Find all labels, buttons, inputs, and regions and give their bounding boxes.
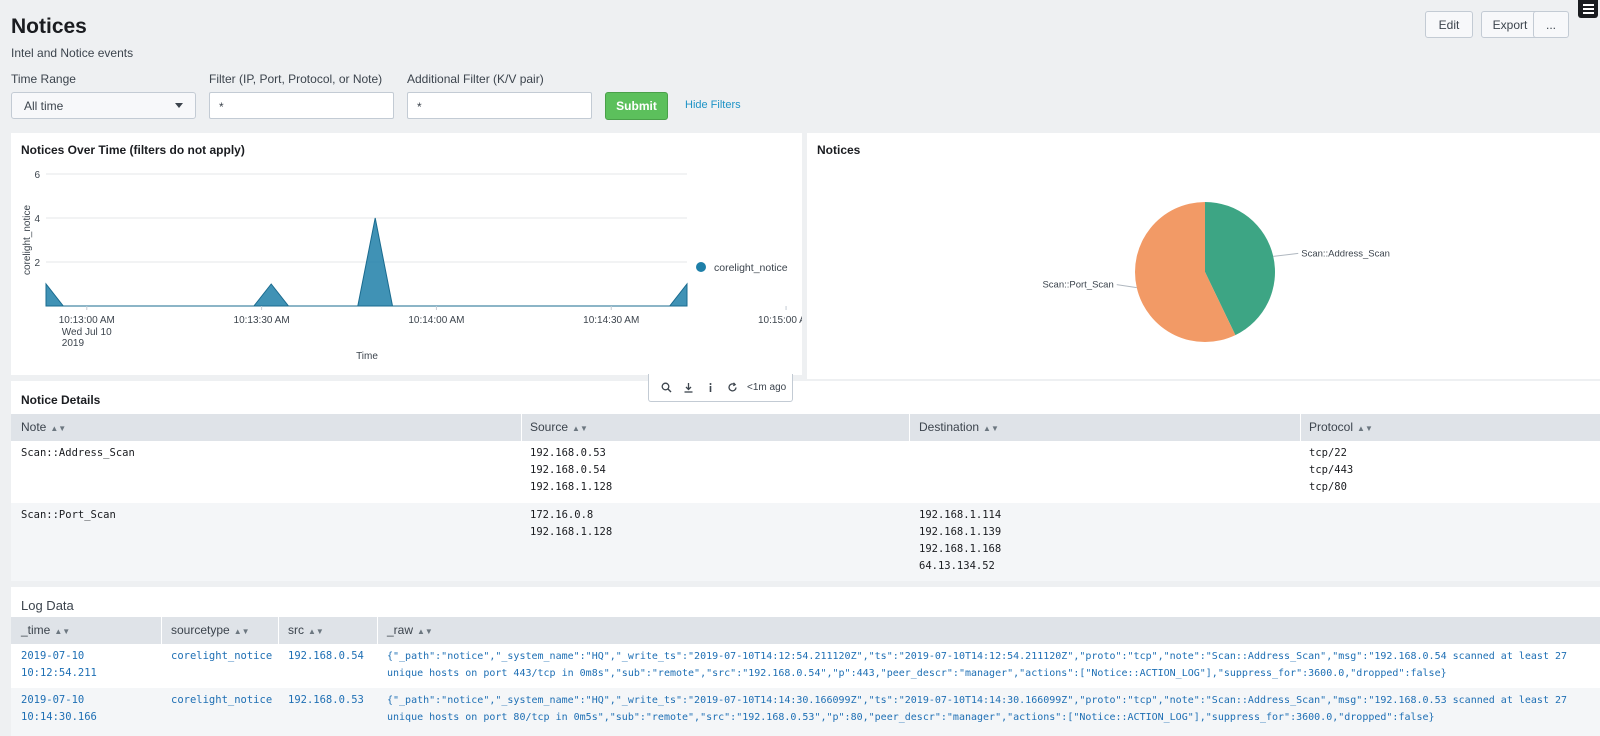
log-data-panel: Log Data _time ▲▼ sourcetype ▲▼ src ▲▼ _raw… (11, 587, 1600, 736)
column-header-src[interactable]: src ▲▼ (288, 617, 324, 644)
pie-label: Scan::Port_Scan (1042, 280, 1113, 291)
raw-cell[interactable]: {"_path":"notice","_system_name":"HQ","_… (387, 692, 1567, 726)
filter-input-value: * (219, 100, 224, 114)
page-title: Notices (11, 15, 87, 38)
edit-button[interactable]: Edit (1425, 11, 1473, 38)
pie-label: Scan::Address_Scan (1301, 248, 1390, 259)
time-range-select[interactable]: All time (11, 92, 196, 119)
x-tick-label: 10:13:00 AM (59, 315, 115, 326)
sort-icon: ▲▼ (50, 424, 67, 433)
additional-filter-value: * (417, 100, 422, 114)
export-button-label: Export (1492, 17, 1528, 32)
sort-icon: ▲▼ (417, 627, 433, 636)
column-header-label: src (288, 623, 304, 637)
column-header-label: Source (530, 420, 569, 434)
chevron-down-icon (175, 103, 183, 108)
column-header-source[interactable]: Source ▲▼ (530, 414, 588, 441)
time-cell[interactable]: 2019-07-10 10:12:54.211 (21, 648, 97, 682)
column-header-label: _raw (387, 623, 414, 637)
sort-icon: ▲▼ (983, 424, 999, 433)
notices-over-time-chart: 2 4 6 10:13:00 AM 10:13:30 AM 10:14:00 AM 10:1… (22, 170, 802, 362)
info-icon[interactable] (699, 378, 721, 398)
additional-filter-label: Additional Filter (K/V pair) (407, 72, 544, 86)
y-tick-label: 6 (34, 170, 40, 181)
pie-leader-line (1116, 284, 1137, 289)
filter-input[interactable]: * (209, 92, 394, 119)
note-cell: Scan::Port_Scan (21, 509, 116, 521)
column-header-raw[interactable]: _raw ▲▼ (387, 617, 433, 644)
legend-marker (696, 262, 706, 272)
column-header-label: Destination (919, 420, 980, 434)
source-cell: 192.168.0.53 192.168.0.54 192.168.1.128 (530, 447, 613, 493)
time-range-label: Time Range (11, 72, 76, 86)
hide-filters-link[interactable]: Hide Filters (685, 99, 741, 111)
chart-toolbar: <1m ago (648, 374, 793, 402)
submit-button[interactable]: Submit (605, 92, 668, 120)
sort-icon: ▲▼ (54, 627, 71, 636)
x-axis-title: Time (356, 351, 378, 362)
log-data-title: Log Data (21, 598, 74, 613)
sourcetype-cell[interactable]: corelight_notice (171, 692, 272, 709)
sort-icon: ▲▼ (308, 627, 324, 636)
filter-label: Filter (IP, Port, Protocol, or Note) (209, 72, 383, 86)
raw-cell[interactable]: {"_path":"notice","_system_name":"HQ","_… (387, 648, 1567, 682)
y-tick-label: 2 (34, 258, 40, 269)
refresh-icon[interactable] (721, 378, 743, 398)
protocol-cell: tcp/22 tcp/443 tcp/80 (1309, 447, 1354, 493)
column-header-destination[interactable]: Destination ▲▼ (919, 414, 999, 441)
sort-icon: ▲▼ (233, 627, 250, 636)
page-subtitle: Intel and Notice events (11, 46, 134, 60)
download-icon[interactable] (677, 378, 699, 398)
column-header-label: _time (21, 623, 51, 637)
source-cell: 172.16.0.8 192.168.1.128 (530, 509, 613, 538)
legend-label: corelight_notice (714, 262, 788, 274)
x-date-label: Wed Jul 10 (62, 327, 112, 338)
column-header-label: Protocol (1309, 420, 1354, 434)
column-header-time[interactable]: _time ▲▼ (21, 617, 70, 644)
x-tick-label: 10:14:00 AM (408, 315, 464, 326)
notice-details-title: Notice Details (21, 393, 101, 407)
x-tick-label: 10:14:30 AM (583, 315, 639, 326)
column-header-sourcetype[interactable]: sourcetype ▲▼ (171, 617, 250, 644)
sourcetype-cell[interactable]: corelight_notice (171, 648, 272, 665)
search-icon[interactable] (655, 378, 677, 398)
table-row[interactable]: Scan::Port_Scan 172.16.0.8 192.168.1.128… (11, 503, 1600, 581)
notice-details-header: Note ▲▼ Source ▲▼ Destination ▲▼ Protocol ▲▼ (11, 414, 1600, 441)
x-tick-label: 10:15:00 AM (758, 315, 802, 326)
pie-panel: Notices Scan::Address_Scan Scan::Port_Sca… (807, 133, 1600, 379)
more-actions-label: ... (1545, 17, 1556, 32)
menu-icon[interactable] (1578, 0, 1598, 18)
column-header-note[interactable]: Note ▲▼ (21, 414, 66, 441)
sort-icon: ▲▼ (572, 424, 588, 433)
table-row[interactable]: 2019-07-10 10:12:54.211 corelight_notice… (11, 644, 1600, 688)
time-range-value: All time (24, 98, 64, 113)
more-actions-button[interactable]: ... (1533, 11, 1569, 38)
column-header-label: Note (21, 420, 47, 434)
src-cell[interactable]: 192.168.0.54 (288, 648, 364, 665)
column-header-protocol[interactable]: Protocol ▲▼ (1309, 414, 1373, 441)
notices-pie-chart: Scan::Address_ScanScan::Port_Scan (1042, 202, 1390, 342)
note-cell: Scan::Address_Scan (21, 447, 135, 459)
x-tick-label: 10:13:30 AM (234, 315, 290, 326)
edit-button-label: Edit (1438, 17, 1460, 32)
notice-details-panel: Notice Details Note ▲▼ Source ▲▼ Destinati… (11, 381, 1600, 581)
destination-cell: 192.168.1.114 192.168.1.139 192.168.1.16… (919, 509, 1002, 572)
table-row[interactable]: Scan::Address_Scan 192.168.0.53 192.168.… (11, 441, 1600, 503)
src-cell[interactable]: 192.168.0.53 (288, 692, 364, 709)
y-tick-label: 4 (34, 214, 40, 225)
y-axis-title: corelight_notice (22, 205, 33, 275)
table-row[interactable]: 2019-07-10 10:14:30.166 corelight_notice… (11, 688, 1600, 736)
time-cell[interactable]: 2019-07-10 10:14:30.166 (21, 692, 97, 726)
log-data-header: _time ▲▼ sourcetype ▲▼ src ▲▼ _raw ▲▼ (11, 617, 1600, 644)
x-date-label: 2019 (62, 338, 85, 349)
column-header-label: sourcetype (171, 623, 230, 637)
timechart-panel: Notices Over Time (filters do not apply)… (11, 133, 802, 375)
sort-icon: ▲▼ (1357, 424, 1373, 433)
pie-leader-line (1273, 252, 1299, 257)
additional-filter-input[interactable]: * (407, 92, 592, 119)
last-updated-text: <1m ago (747, 382, 787, 393)
